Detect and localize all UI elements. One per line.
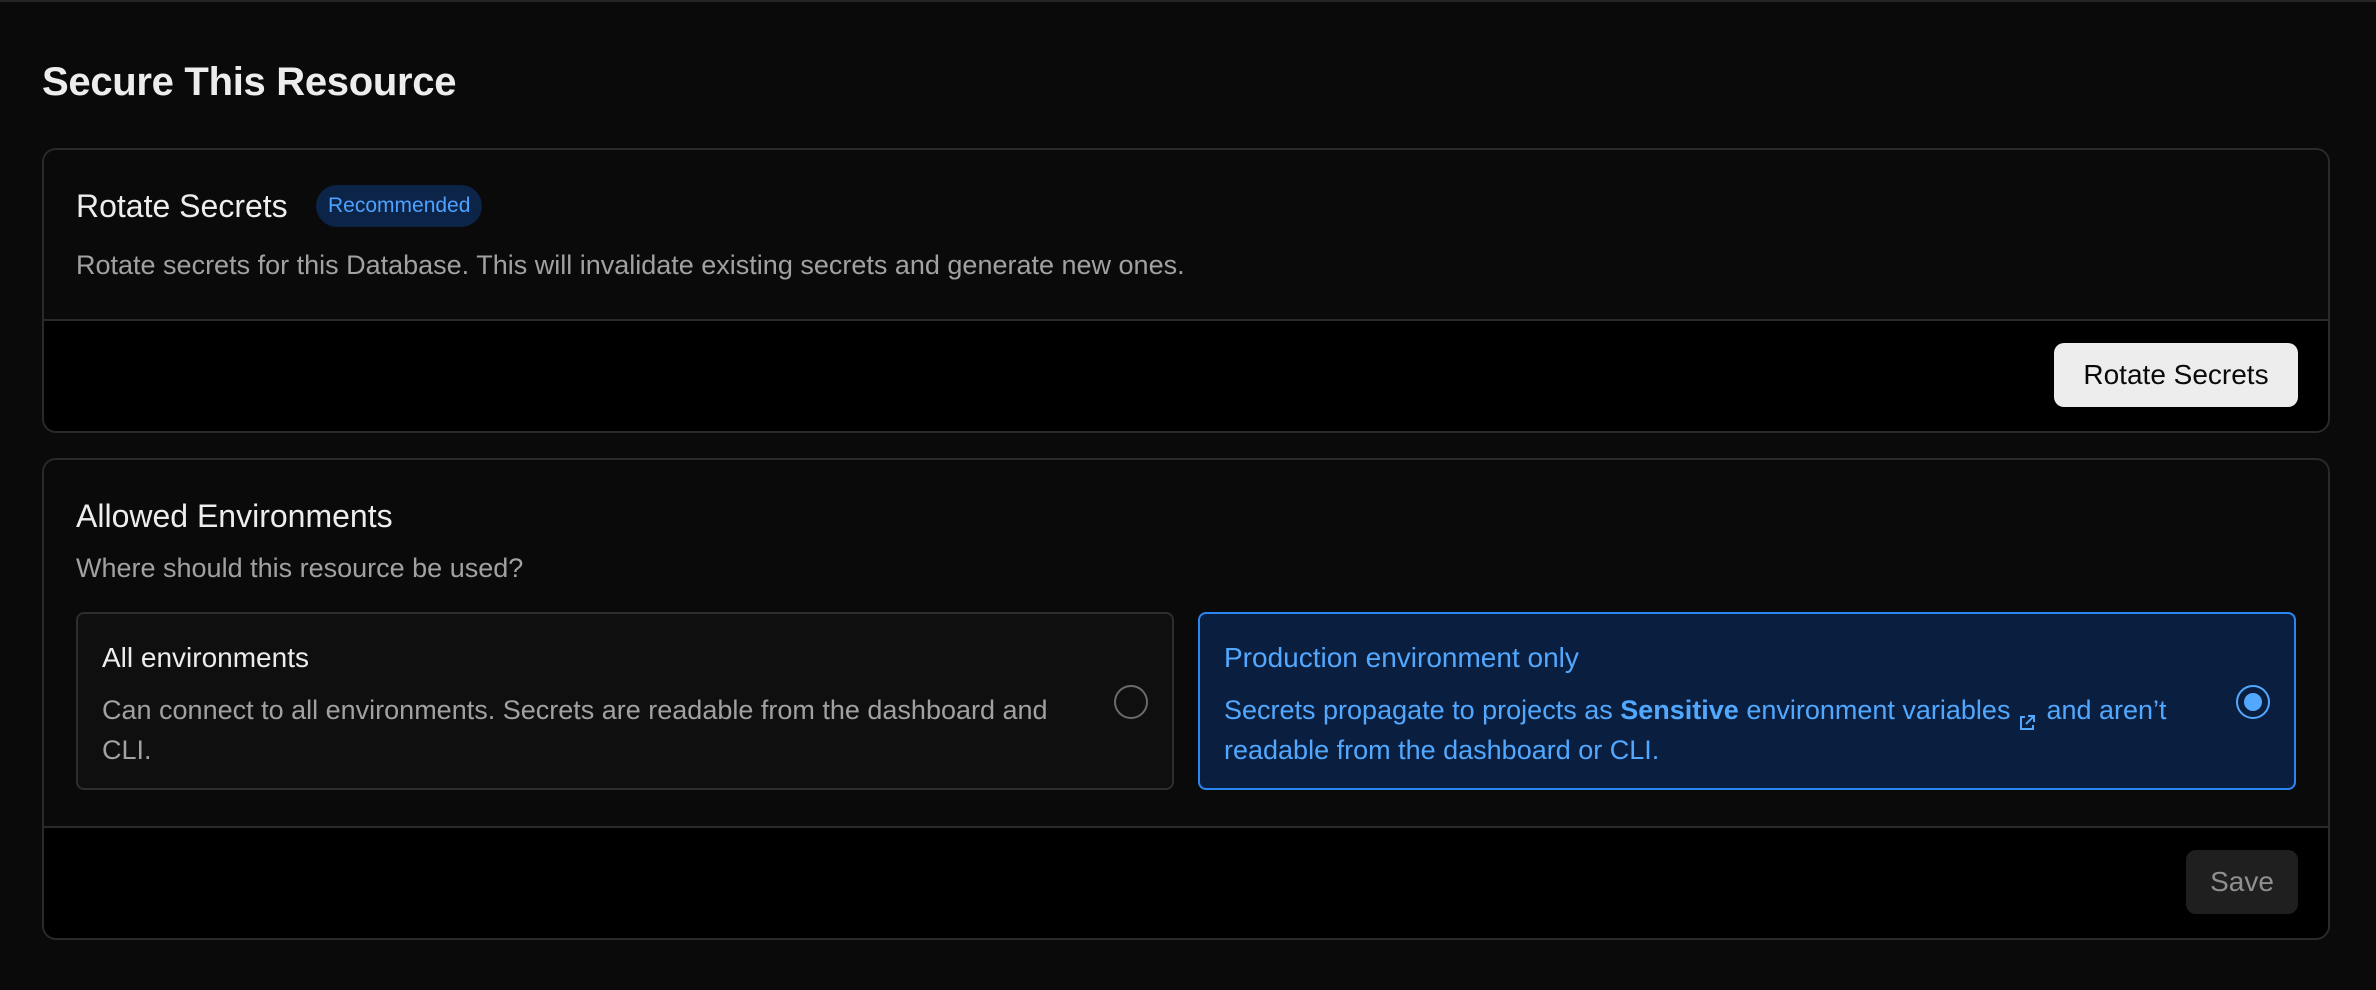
rotate-secrets-button[interactable]: Rotate Secrets bbox=[2054, 343, 2298, 407]
recommended-badge: Recommended bbox=[316, 185, 483, 227]
secure-resource-page: Secure This Resource Rotate Secrets Reco… bbox=[0, 0, 2376, 990]
page-title: Secure This Resource bbox=[42, 60, 457, 104]
option-all-environments-text: Can connect to all environments. Secrets… bbox=[102, 695, 1048, 765]
option-all-environments-title: All environments bbox=[102, 642, 309, 673]
allowed-environments-footer: Save bbox=[44, 826, 2328, 938]
rotate-secrets-description: Rotate secrets for this Database. This w… bbox=[76, 250, 1185, 280]
radio-empty-icon[interactable] bbox=[1114, 685, 1148, 719]
rotate-secrets-title: Rotate Secrets bbox=[76, 188, 288, 224]
environment-variables-link[interactable]: environment variables bbox=[1746, 695, 2010, 725]
external-link-icon bbox=[2018, 703, 2036, 730]
option-production-text: Secrets propagate to projects as Sensiti… bbox=[1224, 690, 2184, 770]
rotate-secrets-footer: Rotate Secrets bbox=[44, 319, 2328, 431]
rotate-secrets-card: Rotate Secrets Recommended Rotate secret… bbox=[42, 148, 2330, 433]
rotate-secrets-body: Rotate Secrets Recommended Rotate secret… bbox=[44, 150, 2328, 319]
option-all-environments[interactable]: All environments Can connect to all envi… bbox=[76, 612, 1174, 790]
allowed-environments-body: Allowed Environments Where should this r… bbox=[44, 460, 2328, 826]
option-production-text-before: Secrets propagate to projects as bbox=[1224, 695, 1613, 725]
radio-selected-dot bbox=[2244, 693, 2262, 711]
sensitive-label: Sensitive bbox=[1620, 695, 1739, 725]
allowed-environments-card: Allowed Environments Where should this r… bbox=[42, 458, 2330, 940]
option-production-only[interactable]: Production environment only Secrets prop… bbox=[1198, 612, 2296, 790]
radio-selected-icon[interactable] bbox=[2236, 685, 2270, 719]
save-button[interactable]: Save bbox=[2186, 850, 2298, 914]
option-production-title: Production environment only bbox=[1224, 642, 1579, 673]
allowed-environments-title: Allowed Environments bbox=[76, 498, 393, 534]
allowed-environments-description: Where should this resource be used? bbox=[76, 553, 524, 583]
